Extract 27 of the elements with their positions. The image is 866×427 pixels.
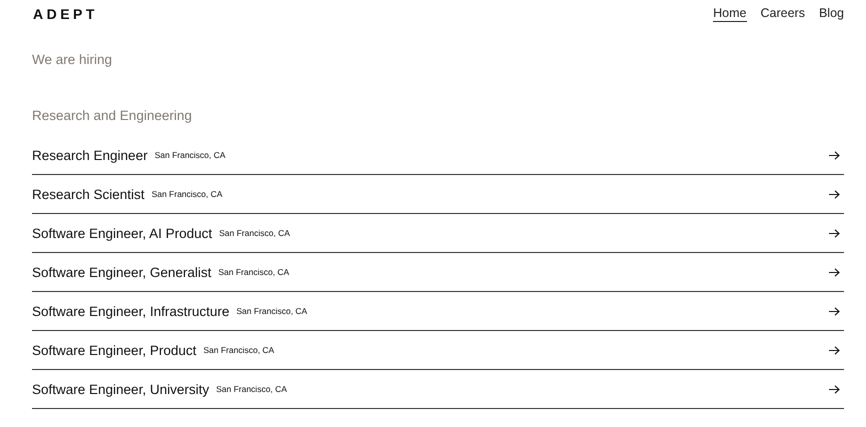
nav-link[interactable]: Blog [818, 6, 844, 22]
job-location: San Francisco, CA [152, 189, 222, 199]
job-title[interactable]: Software Engineer, Infrastructure [32, 304, 230, 318]
logo[interactable]: ADEPT [33, 6, 98, 22]
intro-text: We are hiring [32, 52, 114, 69]
nav-link[interactable]: Home [713, 6, 746, 22]
nav-link[interactable]: Careers [760, 6, 805, 22]
job-location: San Francisco, CA [218, 267, 290, 277]
arrow-icon[interactable] [829, 268, 840, 276]
job-location: San Francisco, CA [219, 228, 290, 238]
job-location: San Francisco, CA [154, 150, 226, 160]
job-title[interactable]: Research Scientist [32, 186, 145, 202]
arrow-icon[interactable] [829, 190, 840, 198]
job-location: San Francisco, CA [216, 384, 287, 394]
job-title[interactable]: Software Engineer, Product [32, 342, 196, 358]
arrow-icon[interactable] [829, 228, 840, 238]
job-location: San Francisco, CA [203, 345, 274, 355]
job-title[interactable]: Software Engineer, University [32, 382, 210, 396]
job-title[interactable]: Software Engineer, Generalist [32, 264, 212, 280]
arrow-icon[interactable] [829, 150, 840, 160]
job-location: San Francisco, CA [236, 306, 308, 316]
section-title: Research and Engineering [32, 108, 193, 125]
arrow-icon[interactable] [829, 384, 840, 394]
arrow-icon[interactable] [829, 346, 840, 354]
arrow-icon[interactable] [829, 306, 840, 316]
job-title[interactable]: Software Engineer, AI Product [32, 226, 212, 240]
job-title[interactable]: Research Engineer [32, 148, 148, 162]
